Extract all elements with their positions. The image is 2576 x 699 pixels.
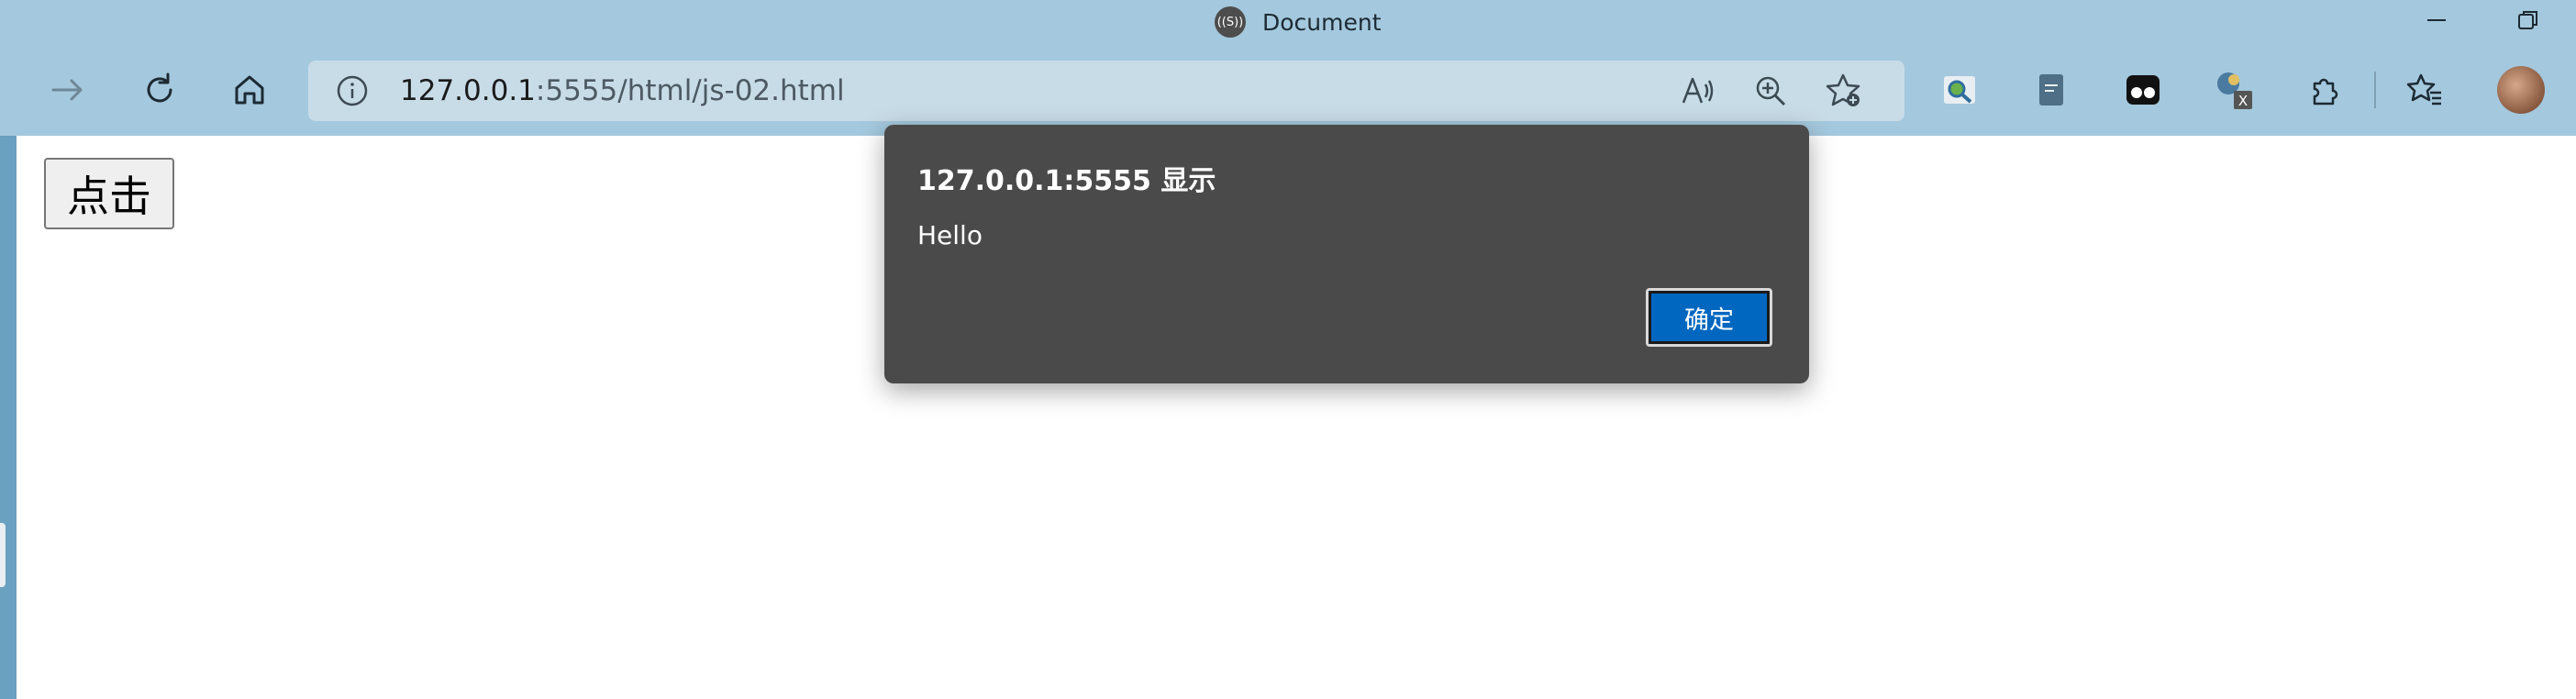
address-bar[interactable]: 127.0.0.1:5555/html/js-02.html bbox=[308, 61, 1904, 121]
dialog-message: Hello bbox=[917, 220, 983, 250]
minimize-button[interactable] bbox=[2391, 0, 2482, 40]
profile-avatar[interactable] bbox=[2497, 66, 2545, 114]
translate-extension-icon[interactable]: X bbox=[2211, 66, 2259, 114]
svg-text:X: X bbox=[2238, 93, 2248, 109]
restore-icon bbox=[2518, 11, 2537, 29]
back-arrow-icon[interactable] bbox=[44, 66, 92, 114]
title-group: ((S)) Document bbox=[1215, 4, 1382, 40]
notes-extension-icon[interactable] bbox=[2027, 66, 2075, 114]
restore-button[interactable] bbox=[2482, 0, 2574, 40]
add-favorite-icon[interactable] bbox=[1820, 67, 1868, 115]
site-info-icon[interactable] bbox=[328, 67, 376, 115]
zoom-icon[interactable] bbox=[1747, 67, 1794, 115]
url-text[interactable]: 127.0.0.1:5555/html/js-02.html bbox=[400, 61, 845, 121]
browser-toolbar: 127.0.0.1:5555/html/js-02.html X bbox=[0, 44, 2576, 136]
click-button[interactable]: 点击 bbox=[44, 158, 174, 229]
glasses-extension-icon[interactable] bbox=[2119, 66, 2167, 114]
favorites-icon[interactable] bbox=[2402, 66, 2449, 114]
dialog-title: 127.0.0.1:5555 显示 bbox=[917, 165, 1216, 197]
ok-button[interactable]: 确定 bbox=[1646, 288, 1772, 347]
sidebar-handle[interactable] bbox=[0, 523, 6, 587]
minimize-icon bbox=[2427, 19, 2446, 21]
extensions-icon[interactable] bbox=[2301, 66, 2348, 114]
search-extension-icon[interactable] bbox=[1936, 66, 1983, 114]
read-aloud-icon[interactable] bbox=[1673, 67, 1721, 115]
toolbar-separator bbox=[2374, 72, 2376, 108]
refresh-icon[interactable] bbox=[136, 66, 183, 114]
title-bar: ((S)) Document bbox=[0, 0, 2576, 44]
alert-dialog: 127.0.0.1:5555 显示 Hello 确定 bbox=[884, 125, 1809, 383]
tab-favicon-icon: ((S)) bbox=[1215, 6, 1246, 38]
sidebar-edge bbox=[0, 136, 17, 699]
url-path: :5555/html/js-02.html bbox=[535, 74, 845, 107]
url-host: 127.0.0.1 bbox=[400, 74, 536, 107]
window-title: Document bbox=[1262, 8, 1382, 36]
home-icon[interactable] bbox=[226, 66, 273, 114]
